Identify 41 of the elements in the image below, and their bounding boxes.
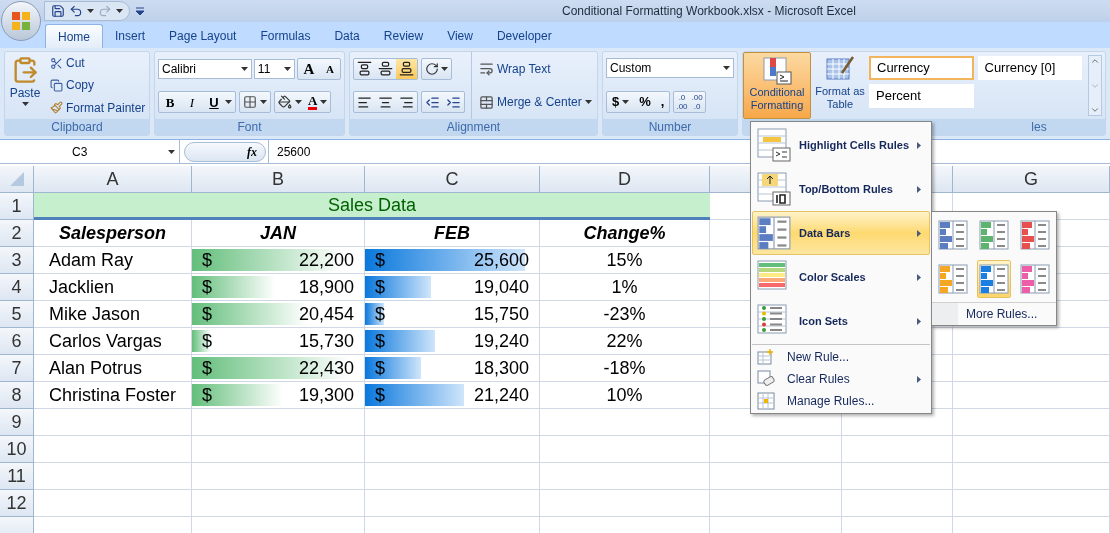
group-label: Font [237,119,262,136]
currency-symbol: $ [202,329,212,353]
cell-value: 19,300 [298,383,354,407]
currency-symbol: $ [202,275,212,299]
currency-symbol: $ [202,383,212,407]
group-label: Clipboard [51,119,103,136]
column-title: Salesperson [34,220,192,247]
table-cell: 22% [540,328,710,355]
currency-symbol: $ [375,248,385,272]
currency-symbol: $ [202,248,212,272]
group-label: Alignment [446,119,501,136]
column-title: JAN [192,220,365,247]
table-cell: 10% [540,382,710,409]
currency-symbol: $ [202,356,212,380]
currency-symbol: $ [375,329,385,353]
cell-value: 25,600 [473,248,529,272]
cell-value: 21,240 [473,383,529,407]
window-title: Conditional Formatting Workbook.xlsx - Microsoft Excel [562,3,856,20]
column-title: FEB [365,220,540,247]
cell-value: 22,430 [298,356,354,380]
table-cell: -18% [540,355,710,382]
cell-value: 22,200 [298,248,354,272]
table-cell: -23% [540,301,710,328]
currency-symbol: $ [375,383,385,407]
table-cell: 1% [540,274,710,301]
table-cell: 15% [540,247,710,274]
cell-value: 19,040 [473,275,529,299]
cell-value: 15,730 [298,329,354,353]
cell-value: 19,240 [473,329,529,353]
currency-symbol: $ [202,302,212,326]
cell-value: 18,900 [298,275,354,299]
sheet-title: Sales Data [34,193,710,220]
cell-value: 18,300 [473,356,529,380]
group-label: Number [648,119,692,136]
group-label: les [1031,119,1047,136]
column-title: Change% [540,220,710,247]
cell-value: 15,750 [473,302,529,326]
currency-symbol: $ [375,302,385,326]
currency-symbol: $ [375,275,385,299]
cell-value: 20,454 [298,302,354,326]
currency-symbol: $ [375,356,385,380]
